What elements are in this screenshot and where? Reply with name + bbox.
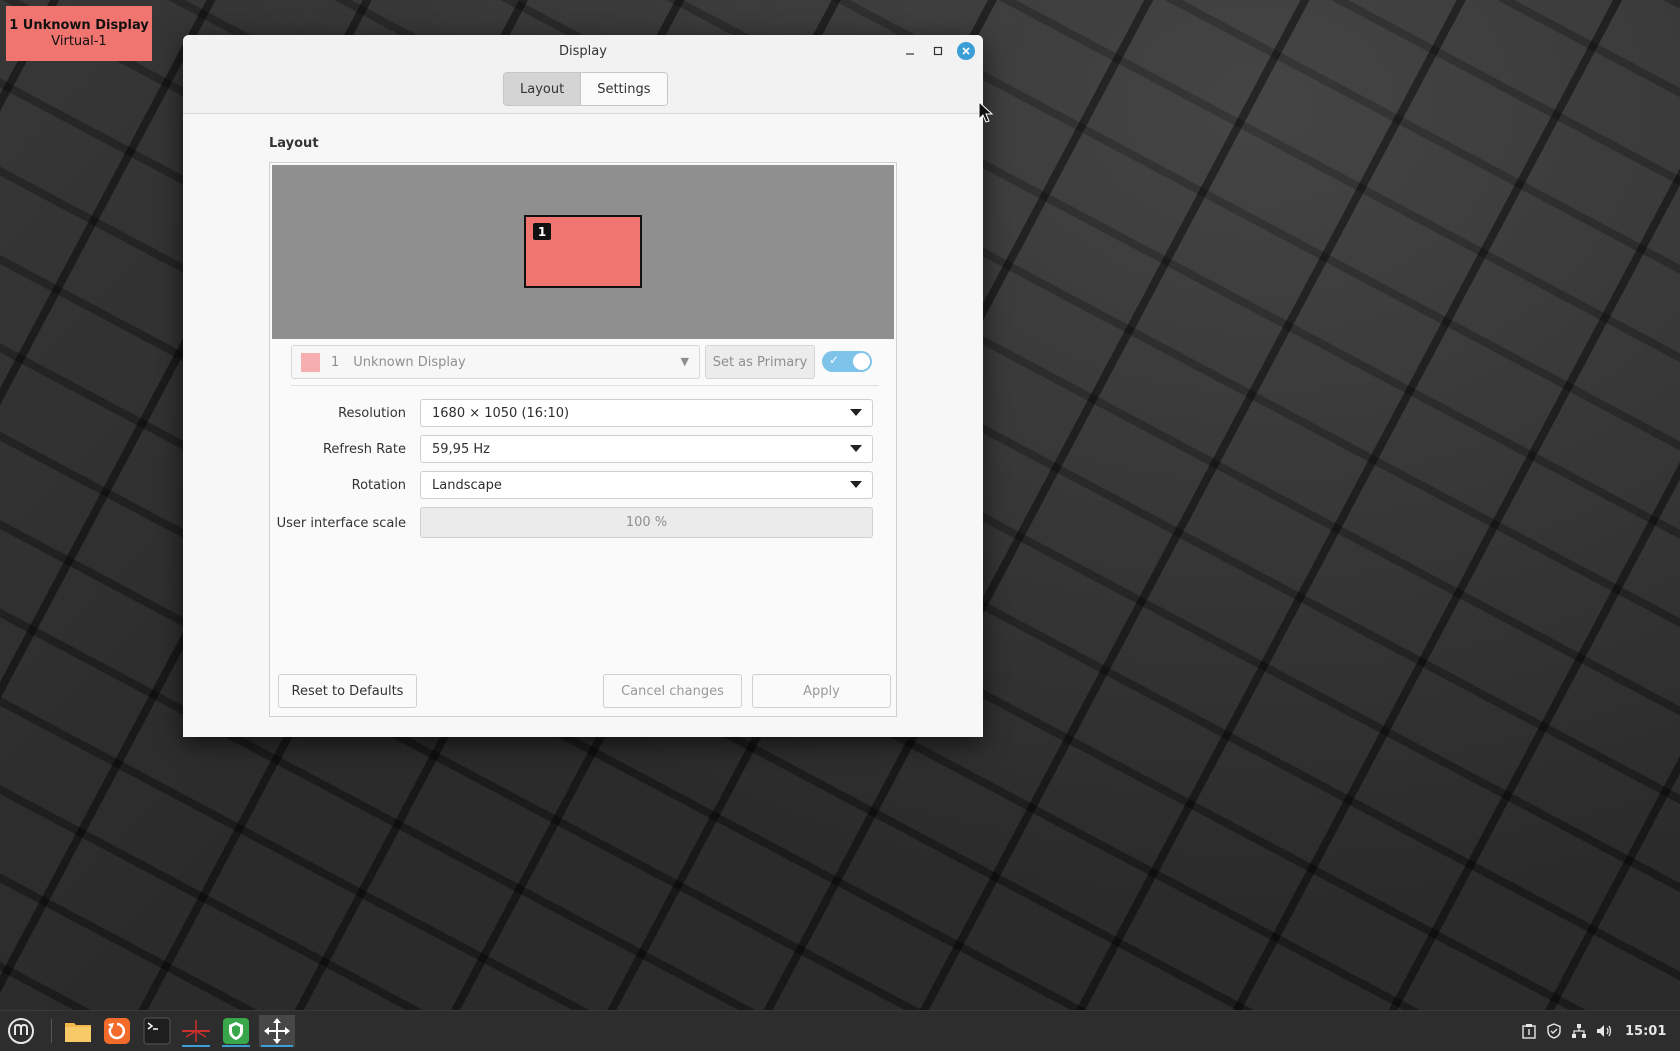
running-indicator (261, 1045, 293, 1047)
refresh-rate-value: 59,95 Hz (432, 441, 490, 457)
mint-menu-button[interactable] (5, 1015, 37, 1047)
files-icon (65, 1023, 91, 1042)
taskbar-separator (51, 1019, 52, 1043)
display-select-number: 1 (331, 354, 340, 370)
network-app-icon (182, 1020, 210, 1042)
dropdown-arrow-icon (850, 481, 862, 488)
rotation-row: Rotation Landscape (270, 471, 896, 501)
shield-app-launcher[interactable] (220, 1015, 252, 1047)
display-color-swatch (301, 352, 320, 372)
running-indicator (222, 1045, 250, 1047)
update-manager-launcher[interactable] (101, 1015, 133, 1047)
display-enabled-toggle[interactable]: ✓ (822, 351, 872, 372)
apply-button[interactable]: Apply (752, 674, 891, 708)
network-icon[interactable] (1571, 1023, 1587, 1039)
display-identify-label: 1 Unknown Display Virtual-1 (6, 6, 152, 61)
maximize-icon (933, 46, 943, 56)
shield-app-icon (223, 1018, 249, 1044)
scale-field: 100 % (420, 507, 873, 538)
monitor-number-badge: 1 (533, 223, 551, 240)
terminal-launcher[interactable] (141, 1015, 173, 1047)
display-app-launcher[interactable] (259, 1015, 295, 1047)
running-indicator (182, 1045, 210, 1047)
rotation-value: Landscape (432, 477, 502, 493)
resolution-label: Resolution (338, 406, 406, 421)
rotation-select[interactable]: Landscape (420, 471, 873, 499)
resolution-value: 1680 × 1050 (16:10) (432, 405, 570, 421)
window-titlebar[interactable]: Display Layout Settings (183, 35, 983, 114)
check-icon: ✓ (829, 353, 840, 367)
reset-to-defaults-button[interactable]: Reset to Defaults (278, 674, 417, 708)
update-manager-icon (104, 1018, 130, 1044)
resolution-select[interactable]: 1680 × 1050 (16:10) (420, 399, 873, 427)
display-controls-row: 1 Unknown Display ▼ Set as Primary ✓ (291, 345, 879, 379)
files-launcher[interactable] (62, 1015, 94, 1047)
cancel-changes-button[interactable]: Cancel changes (603, 674, 742, 708)
scale-value: 100 % (625, 515, 668, 530)
display-select-name: Unknown Display (353, 354, 466, 370)
rotation-label: Rotation (351, 478, 406, 493)
shield-icon[interactable] (1546, 1023, 1562, 1039)
layout-section-label: Layout (269, 136, 319, 151)
network-app-launcher[interactable] (180, 1015, 212, 1047)
refresh-rate-row: Refresh Rate 59,95 Hz (270, 435, 896, 465)
monitor-arrangement-canvas[interactable]: 1 (272, 165, 894, 339)
clock[interactable]: 15:01 (1625, 1024, 1666, 1039)
scale-label: User interface scale (276, 516, 406, 531)
toggle-knob (853, 353, 870, 370)
mint-menu-icon (8, 1018, 34, 1044)
clipboard-icon[interactable] (1521, 1023, 1537, 1039)
layout-panel: 1 1 Unknown Display ▼ Set as Primary ✓ R… (269, 162, 897, 717)
window-title: Display (559, 44, 607, 59)
dropdown-arrow-icon (850, 445, 862, 452)
display-app-icon (264, 1018, 290, 1044)
divider (291, 385, 879, 386)
terminal-icon (143, 1017, 171, 1045)
scale-row: User interface scale 100 % (270, 507, 896, 538)
identify-subtitle: Virtual-1 (51, 34, 107, 49)
tab-bar: Layout Settings (503, 72, 668, 106)
taskbar: 15:01 (0, 1010, 1680, 1051)
tab-layout[interactable]: Layout (504, 73, 581, 105)
volume-icon[interactable] (1596, 1023, 1614, 1039)
display-window: Display Layout Settings Layout 1 1 Unkno… (183, 35, 983, 737)
system-tray: 15:01 (1521, 1011, 1666, 1051)
maximize-button[interactable] (929, 42, 947, 60)
minimize-button[interactable] (901, 42, 919, 60)
minimize-icon (906, 53, 914, 55)
resolution-row: Resolution 1680 × 1050 (16:10) (270, 399, 896, 429)
dropdown-arrow-icon (850, 409, 862, 416)
chevron-down-icon: ▼ (680, 355, 689, 368)
display-select[interactable]: 1 Unknown Display ▼ (291, 345, 700, 379)
close-icon (962, 47, 970, 55)
tab-settings[interactable]: Settings (580, 73, 667, 105)
refresh-rate-select[interactable]: 59,95 Hz (420, 435, 873, 463)
mouse-cursor-icon (978, 101, 994, 123)
monitor-1-preview[interactable]: 1 (524, 215, 642, 288)
set-as-primary-button[interactable]: Set as Primary (705, 345, 815, 379)
refresh-rate-label: Refresh Rate (322, 442, 406, 457)
identify-title: 1 Unknown Display (9, 18, 149, 33)
close-button[interactable] (957, 42, 975, 60)
